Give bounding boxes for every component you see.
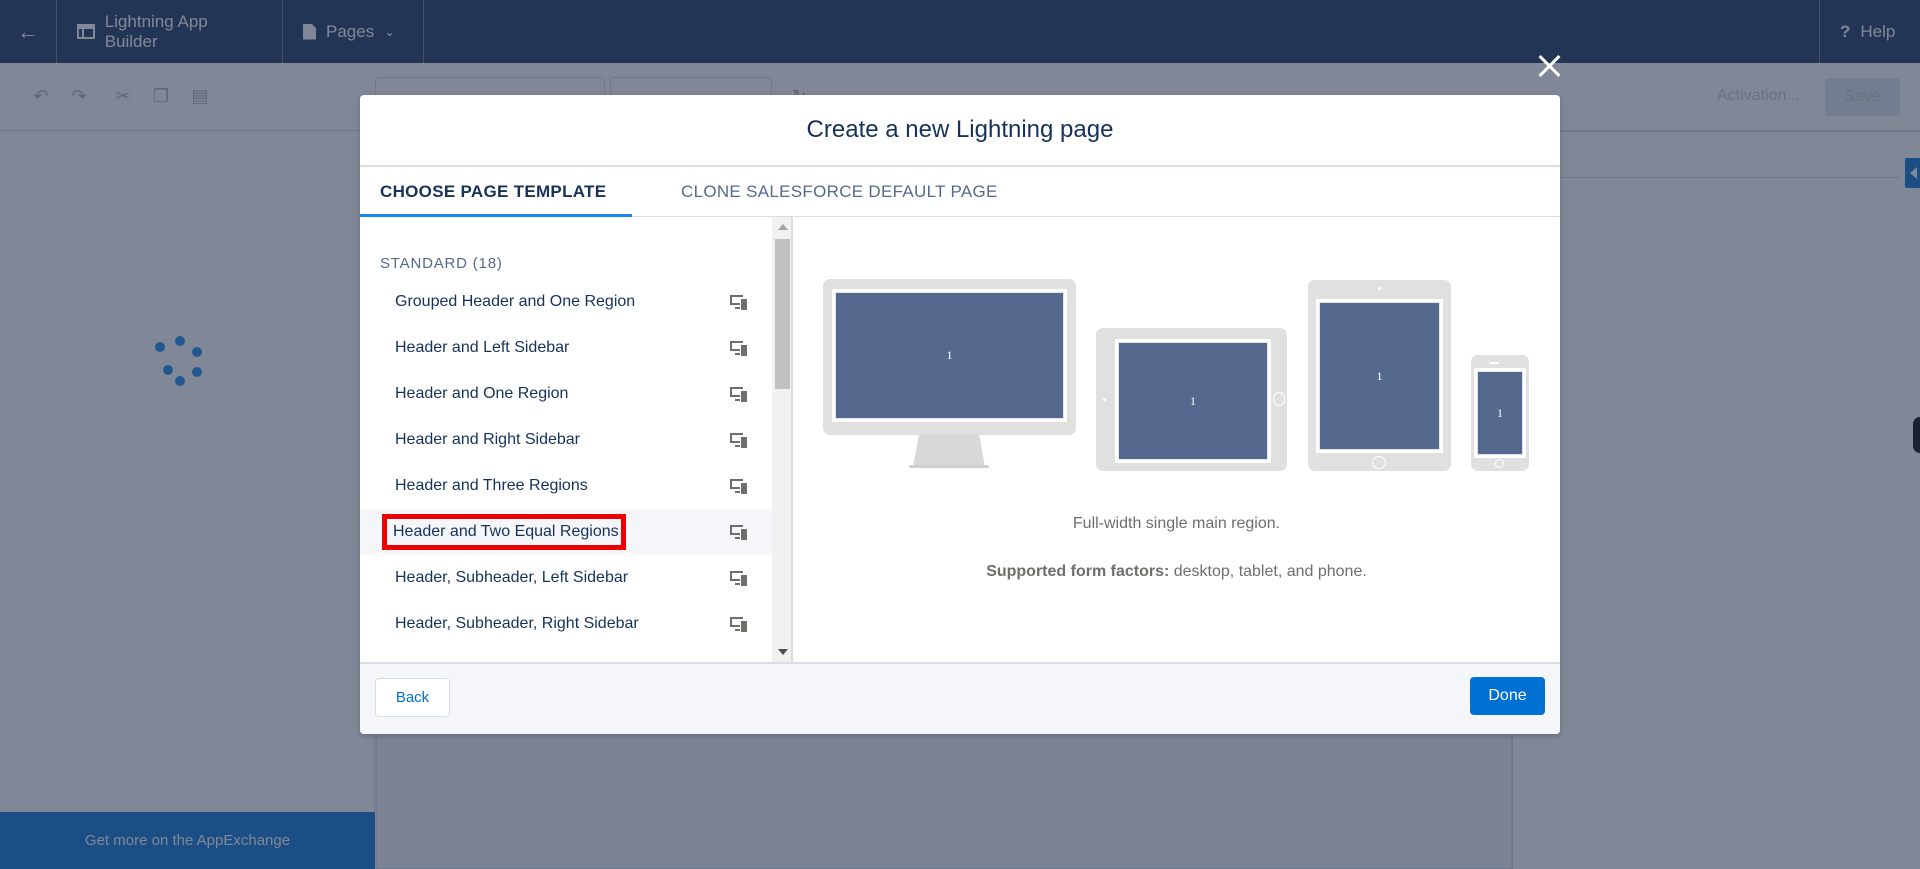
done-button[interactable]: Done: [1470, 677, 1545, 715]
close-icon[interactable]: [1533, 50, 1565, 82]
template-name: Header and Right Sidebar: [395, 431, 581, 448]
new-lightning-page-modal: Create a new Lightning page CHOOSE PAGE …: [360, 95, 1560, 734]
template-item[interactable]: Header, Subheader, Left Sidebar: [360, 555, 772, 601]
template-description: Full-width single main region.: [1072, 515, 1281, 532]
home-button-graphic: [1372, 456, 1386, 469]
template-item-selected[interactable]: Header and Two Equal Regions: [360, 509, 772, 555]
template-item[interactable]: Header and Left Sidebar: [360, 325, 772, 371]
modal-footer: Back Done: [360, 662, 1560, 734]
region-label: 1: [1319, 302, 1440, 450]
region-label: 1: [1118, 342, 1268, 460]
form-factors-label: Supported form factors:: [986, 563, 1170, 580]
desktop-phone-icon: [730, 616, 747, 632]
tablet-landscape-screen: 1: [1115, 339, 1271, 463]
template-list: STANDARD (18) Grouped Header and One Reg…: [360, 217, 772, 662]
template-list-pane: STANDARD (18) Grouped Header and One Reg…: [360, 217, 793, 662]
phone-screen: 1: [1474, 368, 1526, 458]
scroll-up-arrow-icon[interactable]: [778, 224, 788, 230]
modal-title: Create a new Lightning page: [806, 116, 1114, 143]
template-name: Header, Subheader, Right Sidebar: [395, 615, 639, 632]
tab-clone-salesforce-default-page[interactable]: CLONE SALESFORCE DEFAULT PAGE: [632, 167, 1018, 217]
phone-illustration: 1: [1471, 355, 1529, 471]
template-name: Header, Subheader, Left Sidebar: [395, 569, 629, 586]
modal-body: STANDARD (18) Grouped Header and One Reg…: [360, 217, 1560, 662]
template-name: Header and Two Equal Regions: [382, 514, 626, 550]
template-item[interactable]: Header and Three Regions: [360, 463, 772, 509]
template-preview: 1 1 1 1 Full-width single main region. S…: [793, 217, 1560, 662]
group-label-standard: STANDARD (18): [380, 255, 503, 272]
template-list-scrollbar[interactable]: [772, 217, 791, 662]
template-name: Grouped Header and One Region: [395, 293, 636, 310]
modal-tabs: CHOOSE PAGE TEMPLATE CLONE SALESFORCE DE…: [360, 167, 1560, 217]
desktop-stand-base: [909, 465, 989, 468]
supported-form-factors: Supported form factors: desktop, tablet,…: [793, 563, 1560, 581]
template-item[interactable]: Header, Subheader, Right Sidebar: [360, 601, 772, 647]
desktop-phone-icon: [730, 340, 747, 356]
back-button[interactable]: Back: [375, 678, 450, 717]
template-item[interactable]: Header and One Region: [360, 371, 772, 417]
scroll-down-arrow-icon[interactable]: [778, 649, 788, 655]
home-button-graphic: [1273, 392, 1285, 406]
desktop-phone-icon: [730, 386, 747, 402]
template-name: Header and Three Regions: [395, 477, 588, 494]
tablet-portrait-screen: 1: [1316, 299, 1443, 453]
template-item[interactable]: Header and Right Sidebar: [360, 417, 772, 463]
desktop-phone-icon: [730, 478, 747, 494]
template-name: Header and One Region: [395, 385, 569, 402]
template-item[interactable]: Grouped Header and One Region: [360, 279, 772, 325]
desktop-phone-icon: [730, 570, 747, 586]
region-label: 1: [1477, 371, 1523, 455]
desktop-phone-icon: [730, 524, 747, 540]
template-name: Header and Left Sidebar: [395, 339, 570, 356]
desktop-phone-icon: [730, 294, 747, 310]
desktop-stand: [913, 435, 985, 467]
form-factors-value: desktop, tablet, and phone.: [1169, 563, 1367, 580]
desktop-device-illustration: 1: [823, 279, 1076, 435]
scrollbar-thumb[interactable]: [775, 239, 790, 389]
modal-header: Create a new Lightning page: [360, 95, 1560, 167]
home-button-graphic: [1495, 459, 1504, 468]
desktop-phone-icon: [730, 432, 747, 448]
tablet-portrait-illustration: 1: [1308, 280, 1451, 471]
desktop-screen: 1: [832, 289, 1067, 422]
tab-choose-page-template[interactable]: CHOOSE PAGE TEMPLATE: [360, 167, 632, 217]
region-label: 1: [835, 292, 1064, 419]
tablet-landscape-illustration: 1: [1096, 328, 1287, 471]
